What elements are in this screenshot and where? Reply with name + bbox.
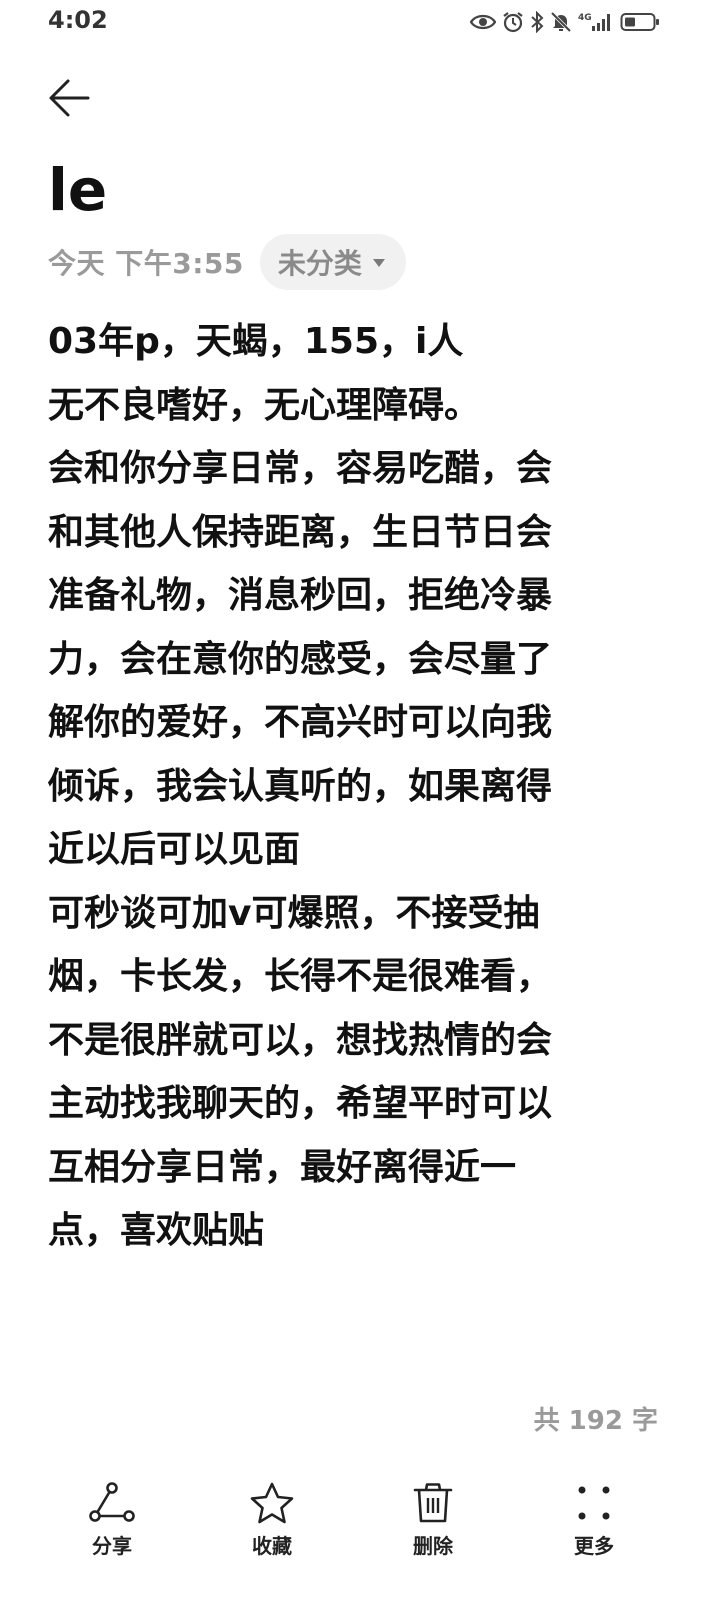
bottom-toolbar: 分享 收藏 删除 更多 bbox=[0, 1470, 720, 1580]
note-line: 准备礼物，消息秒回，拒绝冷暴 bbox=[48, 575, 553, 616]
note-line: 点，喜欢贴贴 bbox=[48, 1210, 265, 1251]
trash-icon bbox=[408, 1478, 458, 1528]
network-label: 4G bbox=[578, 13, 592, 23]
note-line: 会和你分享日常，容易吃醋，会 bbox=[48, 448, 553, 489]
note-line: 解你的爱好，不高兴时可以向我 bbox=[48, 702, 553, 743]
share-button[interactable]: 分享 bbox=[62, 1470, 162, 1570]
note-line: 无不良嗜好，无心理障碍。 bbox=[48, 384, 481, 426]
alarm-icon bbox=[502, 11, 524, 33]
battery-icon bbox=[620, 11, 660, 33]
caret-down-icon bbox=[372, 253, 386, 272]
status-bar: 4:02 4G bbox=[0, 0, 720, 44]
note-title[interactable]: le bbox=[48, 150, 107, 230]
delete-button[interactable]: 删除 bbox=[383, 1470, 483, 1570]
back-button[interactable] bbox=[40, 70, 100, 130]
note-line: 互相分享日常，最好离得近一 bbox=[48, 1146, 517, 1188]
delete-label: 删除 bbox=[413, 1534, 453, 1558]
back-arrow-icon bbox=[48, 78, 92, 122]
share-label: 分享 bbox=[92, 1534, 132, 1558]
note-line: 倾诉，我会认真听的，如果离得 bbox=[48, 765, 553, 807]
note-line: 和其他人保持距离，生日节日会 bbox=[48, 511, 553, 553]
category-selector[interactable]: 未分类 bbox=[259, 234, 406, 290]
note-body[interactable]: 03年p，天蝎，155，i人 无不良嗜好，无心理障碍。 会和你分享日常，容易吃醋… bbox=[48, 310, 638, 1263]
note-date: 今天 下午3:55 bbox=[48, 247, 244, 280]
eye-icon bbox=[470, 12, 496, 32]
more-dots-icon bbox=[569, 1478, 619, 1528]
mute-icon bbox=[550, 11, 572, 33]
note-line: 可秒谈可加v可爆照，不接受抽 bbox=[48, 892, 540, 934]
note-line: 主动找我聊天的，希望平时可以 bbox=[48, 1083, 553, 1124]
favorite-label: 收藏 bbox=[252, 1534, 292, 1558]
star-icon bbox=[247, 1478, 297, 1528]
more-button[interactable]: 更多 bbox=[544, 1470, 644, 1570]
note-line: 近以后可以见面 bbox=[48, 829, 301, 870]
note-line: 03年p，天蝎，155，i人 bbox=[48, 321, 464, 362]
status-time: 4:02 bbox=[48, 6, 108, 34]
more-label: 更多 bbox=[574, 1534, 614, 1558]
note-line: 力，会在意你的感受，会尽量了 bbox=[48, 638, 553, 680]
favorite-button[interactable]: 收藏 bbox=[222, 1470, 322, 1570]
bluetooth-icon bbox=[530, 11, 544, 33]
signal-icon: 4G bbox=[578, 11, 614, 33]
note-meta: 今天 下午3:55 未分类 bbox=[48, 234, 406, 290]
note-line: 不是很胖就可以，想找热情的会 bbox=[48, 1019, 553, 1061]
status-icons: 4G bbox=[470, 8, 660, 36]
category-label: 未分类 bbox=[277, 247, 362, 280]
word-count: 共 192 字 bbox=[533, 1406, 658, 1436]
share-icon bbox=[87, 1478, 137, 1528]
note-line: 烟，卡长发，长得不是很难看， bbox=[48, 956, 553, 997]
